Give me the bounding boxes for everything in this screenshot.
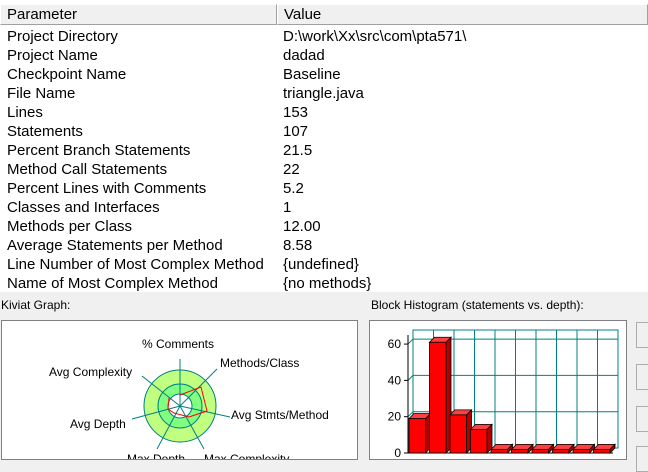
table-row[interactable]: Average Statements per Method 8.58 — [0, 236, 648, 255]
side-button-4[interactable] — [636, 446, 648, 472]
histogram-bar — [552, 448, 570, 454]
parameter-table: Parameter Value Project Directory D:\work… — [0, 0, 648, 292]
kiviat-label-avg-stmts: Avg Stmts/Method — [231, 408, 329, 422]
value-cell: D:\work\Xx\src\com\pta571\ — [283, 28, 467, 45]
kiviat-label-max-complexity: Max Complexity — [204, 452, 289, 460]
histogram-y-tick-label: 60 — [388, 337, 402, 351]
kiviat-graph-label: Kiviat Graph: — [1, 298, 71, 312]
value-cell: 153 — [283, 104, 309, 121]
table-row[interactable]: Percent Lines with Comments 5.2 — [0, 179, 648, 198]
value-cell: 1 — [283, 199, 292, 216]
table-row[interactable]: Project Directory D:\work\Xx\src\com\pta5… — [0, 27, 648, 46]
value-cell: {no methods} — [283, 275, 372, 292]
value-cell: 107 — [283, 123, 309, 140]
side-button-2[interactable] — [636, 364, 648, 390]
parameter-cell: Percent Lines with Comments — [7, 180, 207, 197]
kiviat-graph-panel: % Comments Methods/Class Avg Stmts/Metho… — [1, 320, 358, 460]
histogram-bar — [429, 341, 447, 454]
parameter-cell: Name of Most Complex Method — [7, 275, 218, 292]
parameter-cell: Lines — [7, 104, 43, 121]
parameter-cell: File Name — [7, 85, 76, 102]
table-row[interactable]: Statements 107 — [0, 122, 648, 141]
table-row[interactable]: Line Number of Most Complex Method {undef… — [0, 255, 648, 274]
histogram-y-tick-label: 20 — [388, 410, 402, 424]
kiviat-graph: % Comments Methods/Class Avg Stmts/Metho… — [49, 337, 329, 460]
parameter-cell: Classes and Interfaces — [7, 199, 160, 216]
parameter-cell: Project Directory — [7, 28, 118, 45]
table-row[interactable]: Classes and Interfaces 1 — [0, 198, 648, 217]
value-cell: 12.00 — [283, 218, 321, 235]
parameter-cell: Method Call Statements — [7, 161, 168, 178]
value-cell: 21.5 — [283, 142, 313, 159]
value-cell: Baseline — [283, 66, 341, 83]
value-cell: 5.2 — [283, 180, 304, 197]
column-header-value[interactable]: Value — [277, 4, 648, 25]
histogram-bar — [531, 448, 549, 454]
parameter-cell: Project Name — [7, 47, 98, 64]
table-row[interactable]: Percent Branch Statements 21.5 — [0, 141, 648, 160]
parameter-cell: Methods per Class — [7, 218, 133, 235]
parameter-cell: Line Number of Most Complex Method — [7, 256, 264, 273]
histogram-bar — [408, 418, 426, 454]
table-row[interactable]: Methods per Class 12.00 — [0, 217, 648, 236]
histogram-bar — [449, 414, 467, 454]
parameter-cell: Average Statements per Method — [7, 237, 223, 254]
side-button-3[interactable] — [636, 406, 648, 432]
block-histogram-panel: 0 20 40 60 — [369, 320, 627, 460]
value-cell: dadad — [283, 47, 325, 64]
kiviat-label-avg-complexity: Avg Complexity — [49, 365, 132, 379]
table-row[interactable]: Method Call Statements 22 — [0, 160, 648, 179]
side-button-1[interactable] — [636, 322, 648, 348]
table-row[interactable]: Lines 153 — [0, 103, 648, 122]
parameter-cell: Statements — [7, 123, 83, 140]
value-cell: {undefined} — [283, 256, 359, 273]
kiviat-label-max-depth: Max Depth — [127, 452, 185, 460]
column-header-parameter[interactable]: Parameter — [0, 4, 277, 25]
value-cell: 22 — [283, 161, 300, 178]
block-histogram-label: Block Histogram (statements vs. depth): — [371, 298, 584, 312]
histogram-bar — [470, 429, 488, 454]
histogram-y-tick-label: 40 — [388, 373, 402, 387]
parameter-cell: Percent Branch Statements — [7, 142, 191, 159]
value-cell: 8.58 — [283, 237, 313, 254]
value-cell: triangle.java — [283, 85, 364, 102]
table-row[interactable]: File Name triangle.java — [0, 84, 648, 103]
kiviat-label-avg-depth: Avg Depth — [70, 417, 126, 431]
histogram-bar — [593, 448, 611, 454]
histogram-gridline-depth — [407, 338, 414, 345]
kiviat-label-comments: % Comments — [142, 337, 214, 351]
histogram-gridline-depth — [407, 375, 414, 381]
block-histogram-chart: 0204060 — [388, 329, 619, 459]
histogram-bar — [490, 448, 508, 454]
table-row[interactable]: Checkpoint Name Baseline — [0, 65, 648, 84]
parameter-cell: Checkpoint Name — [7, 66, 127, 83]
table-row[interactable]: Name of Most Complex Method {no methods} — [0, 274, 648, 292]
histogram-bar — [572, 448, 590, 454]
kiviat-label-methods-class: Methods/Class — [220, 356, 299, 370]
histogram-bar — [511, 448, 529, 454]
table-row[interactable]: Project Name dadad — [0, 46, 648, 65]
